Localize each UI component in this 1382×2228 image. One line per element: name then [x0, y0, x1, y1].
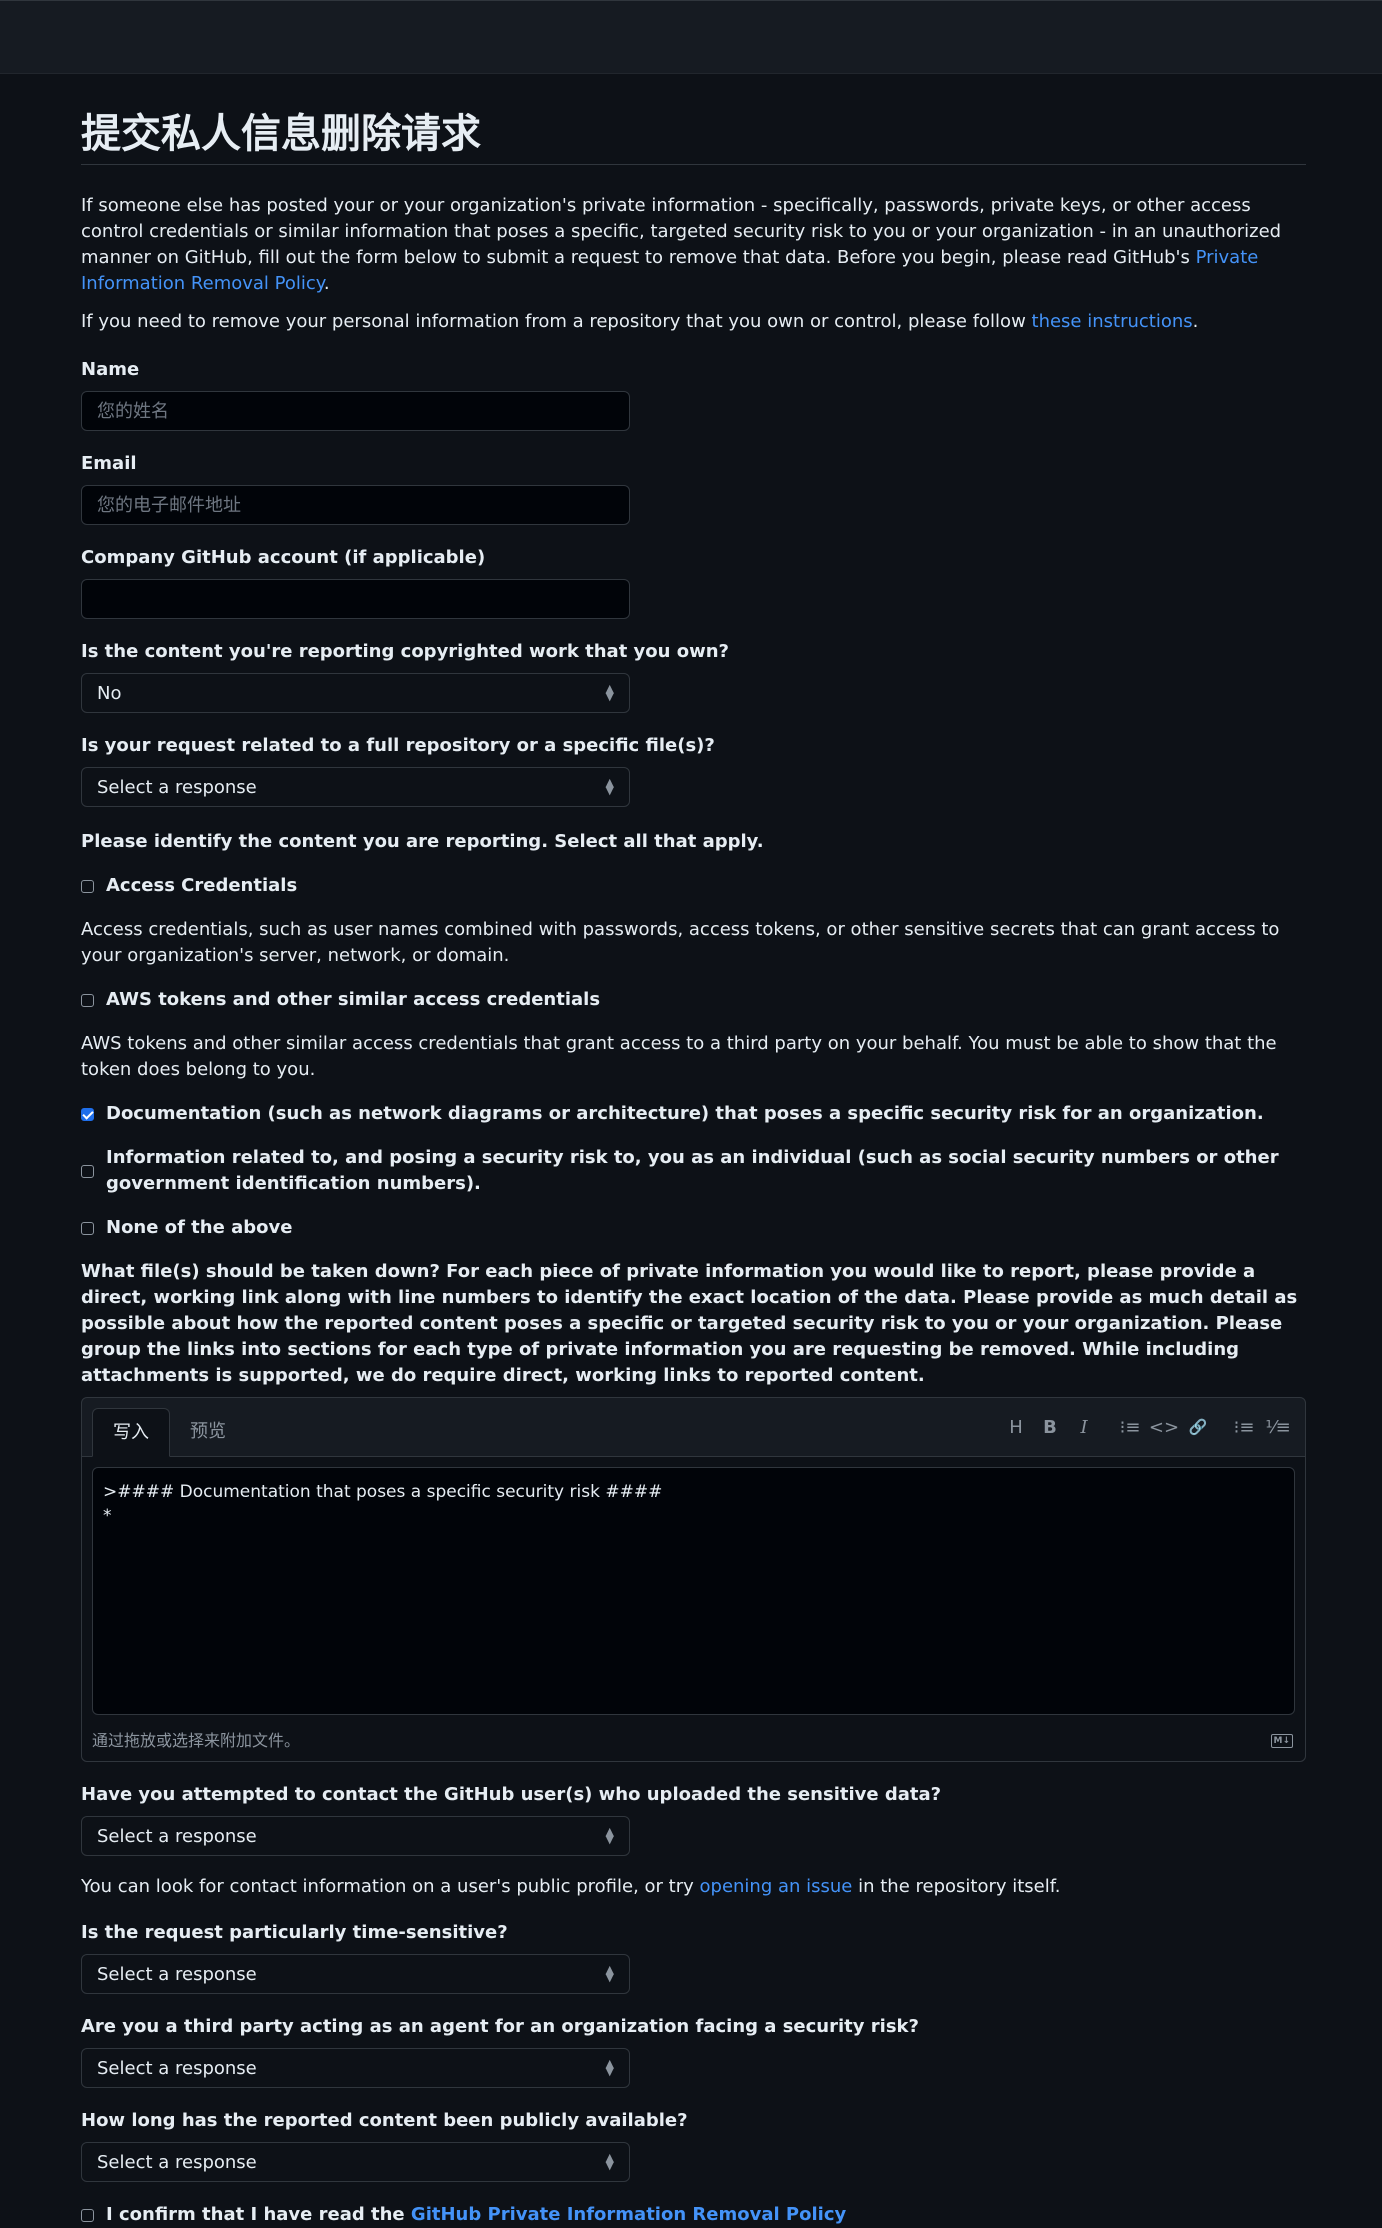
contact-label: Have you attempted to contact the GitHub… — [81, 1784, 942, 1805]
select-arrows-icon: ▲ ▼ — [605, 682, 614, 703]
confirm-policy-row[interactable]: I confirm that I have read the GitHub Pr… — [81, 2202, 1306, 2228]
duration-label: How long has the reported content been p… — [81, 2110, 688, 2131]
editor-footer: 通过拖放或选择来附加文件。 M↓ — [82, 1725, 1305, 1761]
editor-tabs: 写入 预览 — [92, 1408, 246, 1457]
duration-select[interactable]: Select a response ▲ ▼ — [81, 2142, 630, 2182]
bold-icon[interactable]: B — [1033, 1414, 1067, 1441]
confirm-policy-checkbox[interactable] — [81, 2208, 94, 2222]
identify-label: Please identify the content you are repo… — [81, 831, 764, 852]
intro-paragraph: If someone else has posted your or your … — [81, 195, 1282, 294]
files-label: What file(s) should be taken down? For e… — [81, 1261, 1298, 1386]
unordered-list-icon[interactable]: ⁝≡ — [1227, 1414, 1261, 1441]
scope-select[interactable]: Select a response ▲ ▼ — [81, 767, 630, 807]
option-aws-tokens[interactable]: AWS tokens and other similar access cred… — [81, 987, 1306, 1013]
quote-icon[interactable]: ⁝≡ — [1113, 1414, 1147, 1441]
select-arrows-icon: ▲ ▼ — [605, 776, 614, 797]
copyright-select[interactable]: No ▲ ▼ — [81, 673, 630, 713]
link-icon[interactable]: 🔗 — [1181, 1416, 1215, 1439]
code-icon[interactable]: <> — [1147, 1414, 1181, 1441]
time-sensitive-select[interactable]: Select a response ▲ ▼ — [81, 1954, 630, 1994]
contact-select[interactable]: Select a response ▲ ▼ — [81, 1816, 630, 1856]
tab-preview[interactable]: 预览 — [170, 1408, 246, 1456]
email-input[interactable]: 您的电子邮件地址 — [81, 485, 630, 525]
individual-info-checkbox[interactable] — [81, 1164, 94, 1178]
ordered-list-icon[interactable]: ⅟≡ — [1261, 1414, 1295, 1441]
access-credentials-checkbox[interactable] — [81, 879, 94, 893]
none-checkbox[interactable] — [81, 1221, 94, 1235]
name-label: Name — [81, 359, 140, 380]
heading-icon[interactable]: H — [999, 1414, 1033, 1441]
select-arrows-icon: ▲ ▼ — [605, 2057, 614, 2078]
select-arrows-icon: ▲ ▼ — [605, 1825, 614, 1846]
select-arrows-icon: ▲ ▼ — [605, 2151, 614, 2172]
editor-header: 写入 预览 H B I ⁝≡ <> 🔗 ⁝≡ ⅟≡ — [82, 1398, 1305, 1457]
agent-select[interactable]: Select a response ▲ ▼ — [81, 2048, 630, 2088]
aws-tokens-checkbox[interactable] — [81, 993, 94, 1007]
option-access-credentials[interactable]: Access Credentials — [81, 873, 1306, 899]
page-title: 提交私人信息删除请求 — [81, 110, 1306, 165]
option-none[interactable]: None of the above — [81, 1215, 1306, 1241]
copyright-label: Is the content you're reporting copyrigh… — [81, 641, 729, 662]
attach-files-hint[interactable]: 通过拖放或选择来附加文件。 — [92, 1729, 300, 1753]
editor-toolbar: H B I ⁝≡ <> 🔗 ⁝≡ ⅟≡ — [999, 1398, 1295, 1456]
markdown-icon[interactable]: M↓ — [1270, 1734, 1293, 1748]
name-input[interactable]: 您的姓名 — [81, 391, 630, 431]
files-textarea[interactable]: >#### Documentation that poses a specifi… — [92, 1467, 1295, 1715]
company-input[interactable] — [81, 579, 630, 619]
option-documentation[interactable]: Documentation (such as network diagrams … — [81, 1101, 1306, 1127]
company-label: Company GitHub account (if applicable) — [81, 547, 486, 568]
documentation-checkbox[interactable] — [81, 1107, 94, 1121]
editor-body: >#### Documentation that poses a specifi… — [82, 1457, 1305, 1725]
aws-tokens-description: AWS tokens and other similar access cred… — [81, 1033, 1277, 1080]
time-sensitive-label: Is the request particularly time-sensiti… — [81, 1922, 508, 1943]
italic-icon[interactable]: I — [1067, 1414, 1101, 1441]
option-individual-info[interactable]: Information related to, and posing a sec… — [81, 1145, 1306, 1197]
instructions-link[interactable]: these instructions — [1032, 311, 1193, 332]
agent-label: Are you a third party acting as an agent… — [81, 2016, 919, 2037]
top-header-bar — [0, 0, 1382, 74]
markdown-editor: 写入 预览 H B I ⁝≡ <> 🔗 ⁝≡ ⅟≡ >#### Document… — [81, 1397, 1306, 1762]
open-issue-link[interactable]: opening an issue — [700, 1876, 853, 1897]
scope-label: Is your request related to a full reposi… — [81, 735, 715, 756]
access-credentials-description: Access credentials, such as user names c… — [81, 919, 1280, 966]
tab-write[interactable]: 写入 — [92, 1408, 170, 1457]
removal-request-form: 提交私人信息删除请求 If someone else has posted yo… — [81, 110, 1306, 2228]
instructions-paragraph: If you need to remove your personal info… — [81, 311, 1199, 332]
contact-hint: You can look for contact information on … — [81, 1876, 1061, 1897]
email-label: Email — [81, 453, 137, 474]
select-arrows-icon: ▲ ▼ — [605, 1963, 614, 1984]
confirm-policy-link[interactable]: GitHub Private Information Removal Polic… — [411, 2202, 846, 2228]
